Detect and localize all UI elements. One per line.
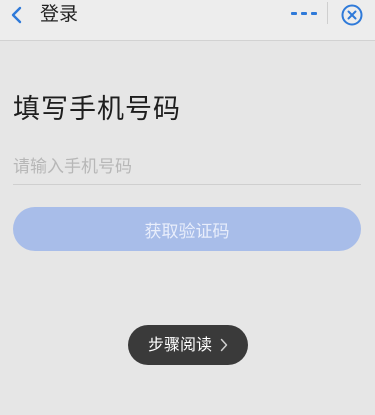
close-circle-icon[interactable] [340, 3, 364, 27]
phone-number-input[interactable] [13, 150, 361, 185]
chevron-left-icon[interactable] [8, 5, 26, 25]
chevron-right-icon [220, 338, 228, 352]
more-dots-icon[interactable] [291, 8, 317, 20]
header-title: 登录 [40, 3, 79, 25]
step-read-button[interactable]: 步骤阅读 [128, 325, 248, 365]
header-divider [327, 2, 328, 24]
step-read-label: 步骤阅读 [147, 335, 212, 354]
page-title: 填写手机号码 [13, 94, 181, 125]
get-verification-code-button[interactable]: 获取验证码 [13, 207, 361, 251]
top-bar: 登录 [0, 0, 375, 41]
